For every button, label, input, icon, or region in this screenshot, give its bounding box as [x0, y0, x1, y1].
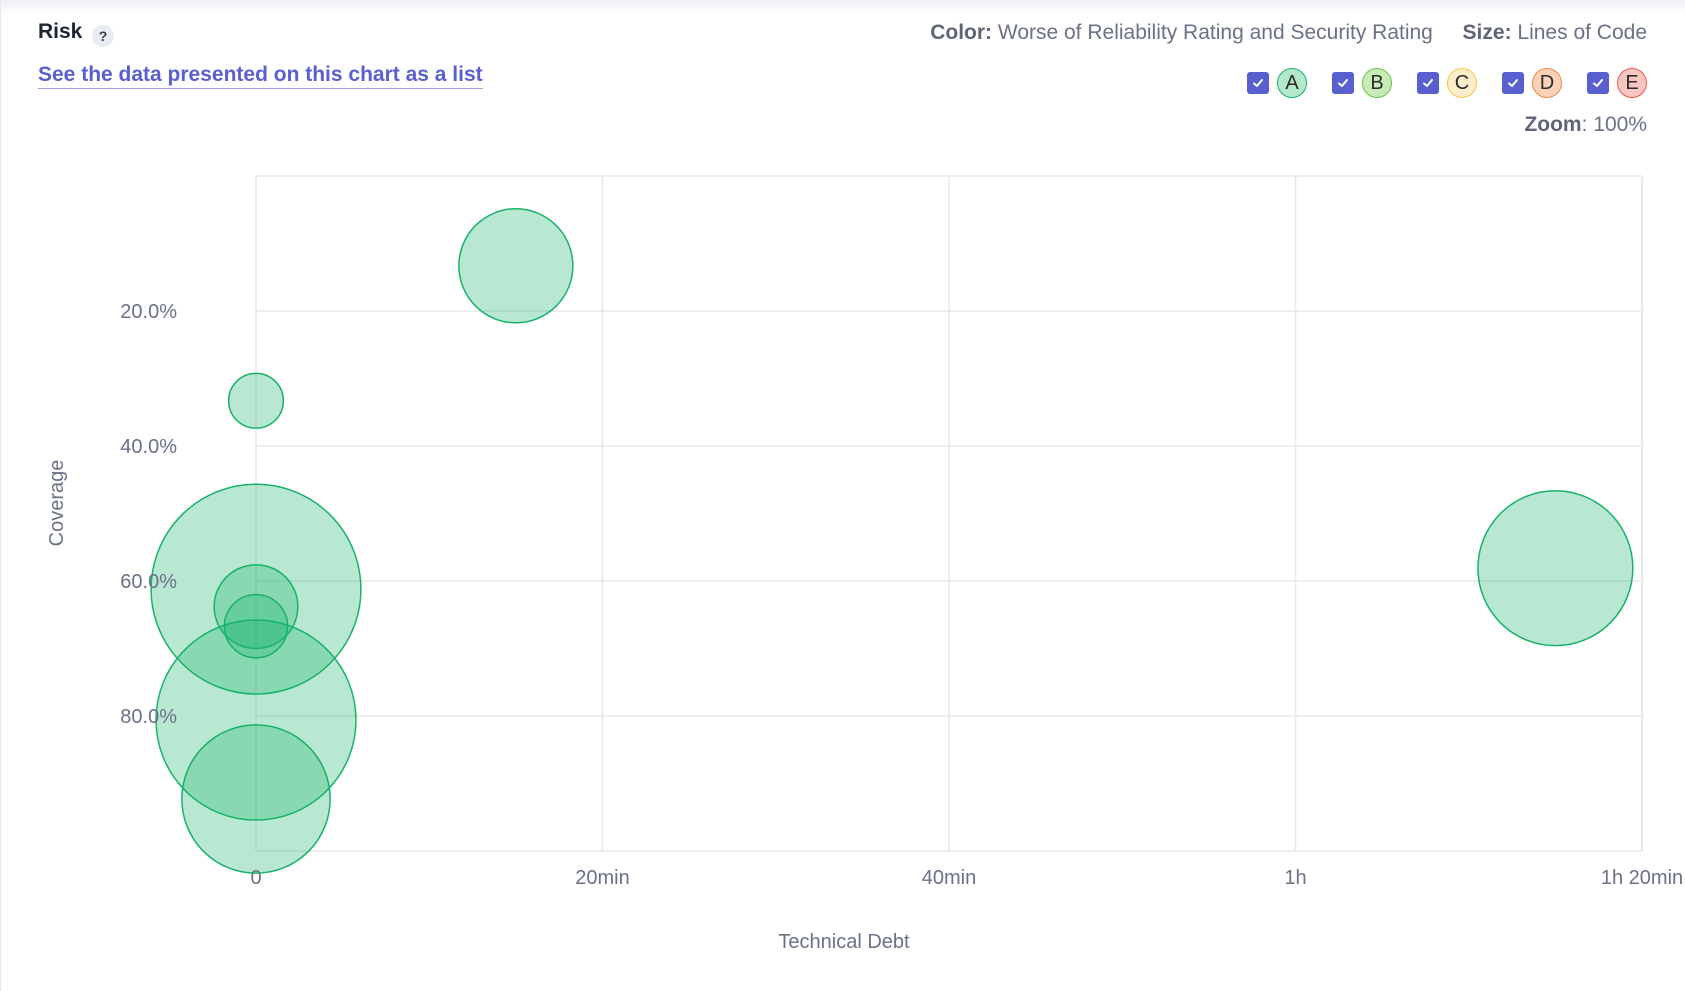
y-axis-title: Coverage [46, 460, 68, 547]
data-bubble[interactable] [1477, 489, 1634, 647]
x-tick-label: 1h [1284, 867, 1306, 889]
x-axis-title: Technical Debt [778, 931, 910, 953]
risk-panel: Risk ? See the data presented on this ch… [0, 0, 1685, 991]
x-tick-label: 20min [575, 867, 629, 889]
y-tick-label: 20.0% [120, 301, 177, 323]
y-tick-label: 40.0% [120, 436, 177, 458]
y-tick-label: 60.0% [120, 571, 177, 593]
x-tick-label: 0 [250, 867, 261, 889]
y-tick-label: 80.0% [120, 706, 177, 728]
data-bubble[interactable] [227, 372, 285, 429]
data-bubble[interactable] [181, 724, 331, 874]
x-tick-label: 40min [922, 867, 976, 889]
x-tick-label: 1h 20min [1601, 867, 1683, 889]
bubble-chart: 0 20min 40min 1h 1h 20min 20.0% 40.0% 60.0% 80.0… [46, 175, 1683, 953]
data-bubble[interactable] [458, 208, 574, 324]
